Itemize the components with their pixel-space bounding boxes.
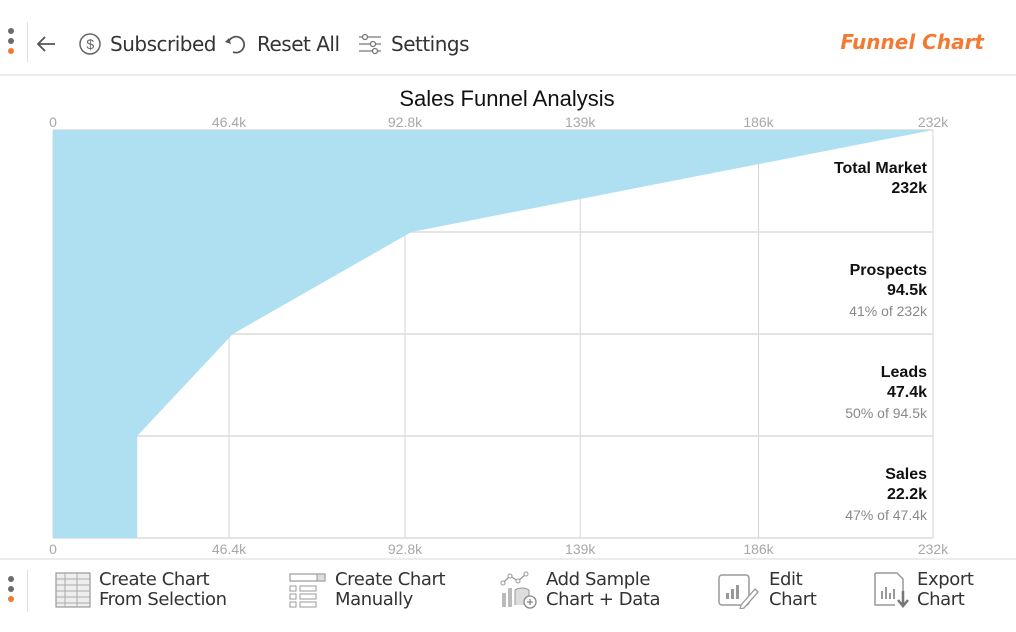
more-options-icon[interactable]	[8, 28, 16, 54]
settings-label: Settings	[391, 32, 470, 56]
form-list-icon	[289, 573, 326, 608]
button-line1: Create Chart	[99, 569, 210, 590]
app-title: Funnel Chart	[840, 30, 984, 54]
sliders-icon	[359, 33, 381, 55]
stage-value: 232k	[891, 180, 927, 197]
button-line2: Chart + Data	[546, 589, 661, 610]
settings-button[interactable]: Settings	[357, 28, 470, 60]
export-chart-icon	[874, 572, 909, 608]
stage-name: Prospects	[850, 262, 927, 279]
add-sample-chart-button[interactable]: Add Sample Chart + Data	[500, 569, 661, 610]
stage-name: Sales	[885, 466, 927, 483]
funnel-chart: Sales Funnel Analysis 0 46.4k 92.8k 139k 186…	[0, 78, 1016, 558]
button-line2: From Selection	[99, 589, 227, 610]
reset-all-button[interactable]: Reset All	[223, 28, 340, 60]
x-tick-label-bottom: 139k	[565, 541, 596, 557]
stage-percent: 47% of 47.4k	[845, 507, 928, 523]
stage-percent: 50% of 94.5k	[845, 405, 928, 421]
dollar-circle-icon: $	[79, 33, 101, 55]
subscribed-label: Subscribed	[110, 32, 216, 56]
x-tick-label-top: 232k	[918, 114, 949, 130]
top-toolbar: $ Subscribed Reset All Settings Funnel C…	[0, 0, 1016, 76]
stage-value: 94.5k	[887, 282, 927, 299]
x-tick-label-top: 92.8k	[388, 114, 423, 130]
x-tick-label-bottom: 46.4k	[212, 541, 247, 557]
x-tick-label-top: 186k	[743, 114, 774, 130]
create-chart-from-selection-button[interactable]: Create Chart From Selection	[55, 570, 227, 610]
x-tick-label-bottom: 0	[49, 541, 57, 557]
stage-name: Leads	[881, 364, 927, 381]
stage-label: Leads 47.4k 50% of 94.5k	[845, 364, 928, 421]
x-tick-label-top: 139k	[565, 114, 596, 130]
button-line2: Chart	[917, 589, 965, 610]
x-tick-label-bottom: 92.8k	[388, 541, 423, 557]
svg-text:$: $	[86, 36, 94, 52]
stage-value: 22.2k	[887, 486, 927, 503]
button-line1: Add Sample	[546, 569, 651, 590]
button-line1: Edit	[769, 569, 803, 590]
edit-chart-icon	[718, 574, 759, 609]
arrow-left-icon	[36, 36, 55, 52]
stage-label: Total Market 232k	[834, 160, 928, 197]
back-button[interactable]	[34, 28, 58, 60]
reset-all-label: Reset All	[257, 32, 340, 56]
more-options-icon[interactable]	[8, 576, 16, 602]
stage-label: Sales 22.2k 47% of 47.4k	[845, 466, 928, 523]
create-chart-manually-button[interactable]: Create Chart Manually	[289, 569, 446, 610]
stage-name: Total Market	[834, 160, 928, 177]
divider	[27, 570, 28, 612]
button-line2: Manually	[335, 589, 413, 610]
button-line1: Export	[917, 569, 974, 590]
stage-value: 47.4k	[887, 384, 927, 401]
x-tick-label-bottom: 232k	[918, 541, 949, 557]
x-tick-label-bottom: 186k	[743, 541, 774, 557]
export-chart-button[interactable]: Export Chart	[873, 570, 974, 610]
bottom-toolbar: Create Chart From Selection Create Chart…	[0, 558, 1016, 632]
stage-percent: 41% of 232k	[849, 303, 928, 319]
chart-title: Sales Funnel Analysis	[399, 86, 614, 111]
sample-data-icon	[500, 571, 537, 609]
undo-icon	[225, 35, 246, 54]
edit-chart-button[interactable]: Edit Chart	[717, 569, 817, 610]
divider	[27, 22, 28, 62]
subscribed-button[interactable]: $ Subscribed	[78, 28, 216, 60]
stage-label: Prospects 94.5k 41% of 232k	[849, 262, 928, 319]
x-tick-label-top: 46.4k	[212, 114, 247, 130]
funnel-chart-svg: Sales Funnel Analysis 0 46.4k 92.8k 139k 186…	[49, 86, 949, 557]
x-tick-label-top: 0	[49, 114, 57, 130]
button-line1: Create Chart	[335, 569, 446, 590]
table-grid-icon	[55, 572, 91, 608]
button-line2: Chart	[769, 589, 817, 610]
